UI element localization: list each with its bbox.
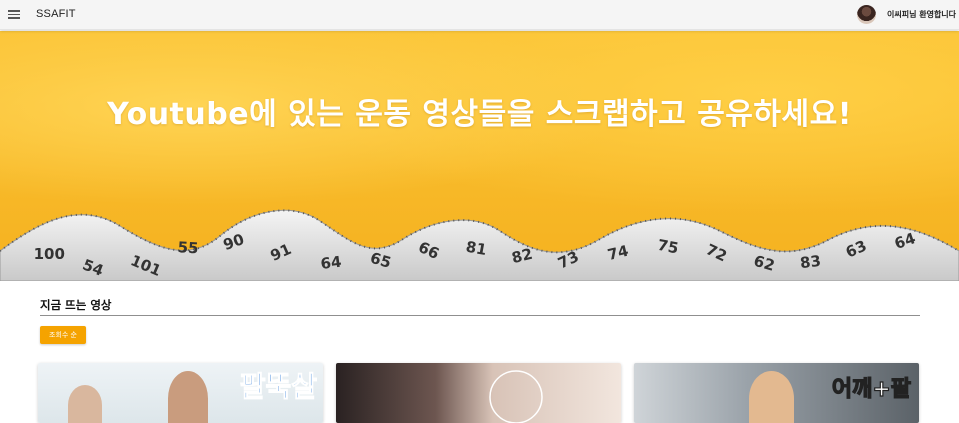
- tape-number: 75: [656, 236, 680, 258]
- menu-icon[interactable]: [8, 8, 20, 22]
- thumbnail-person: [68, 385, 102, 423]
- tape-number: 55: [177, 238, 199, 257]
- video-card[interactable]: [336, 363, 621, 423]
- welcome-text: 이씨피님 환영합니다: [887, 10, 957, 19]
- thumbnail-person: [749, 371, 794, 423]
- sort-by-views-button[interactable]: 조회수 순: [40, 326, 86, 344]
- thumbnail-person: [168, 371, 208, 423]
- tape-number: 100: [34, 245, 65, 263]
- avatar[interactable]: [857, 5, 876, 24]
- section-divider: [40, 315, 920, 316]
- brand-title[interactable]: SSAFIT: [36, 8, 76, 20]
- tape-number: 81: [464, 238, 488, 259]
- thumbnail-caption: 팔뚝살: [239, 370, 317, 404]
- top-app-bar: SSAFIT 이씨피님 환영합니다: [0, 0, 959, 30]
- hero-banner: Youtube에 있는 운동 영상들을 스크랩하고 공유하세요! 100 54 10…: [0, 31, 959, 281]
- measuring-tape-image: 10054 10155 90 91 64 65 66 81 82 73 74 75 72 62 8363 64: [0, 209, 959, 281]
- play-circle-icon: [489, 370, 543, 423]
- video-card[interactable]: 팔뚝살: [38, 363, 323, 423]
- hero-title: Youtube에 있는 운동 영상들을 스크랩하고 공유하세요!: [107, 97, 852, 132]
- tape-number: 83: [799, 252, 822, 272]
- video-card[interactable]: 어깨+팔: [634, 363, 919, 423]
- thumbnail-caption: 어깨+팔: [831, 376, 911, 402]
- trending-section-title: 지금 뜨는 영상: [40, 298, 112, 312]
- tape-number: 64: [320, 253, 343, 273]
